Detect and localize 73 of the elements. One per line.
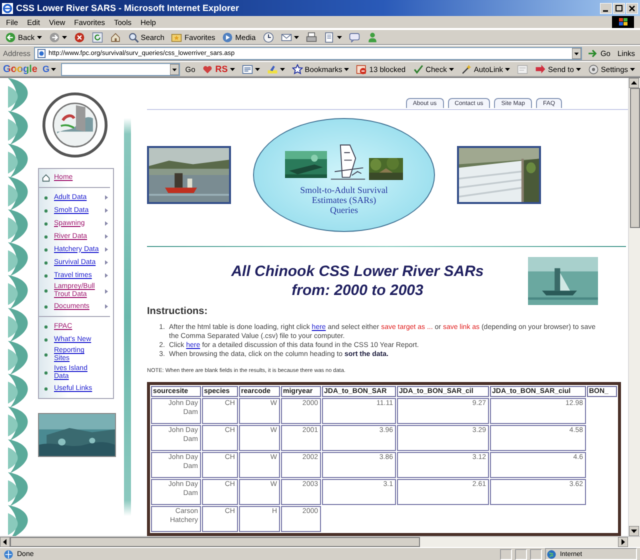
instructions-heading: Instructions:	[147, 306, 209, 317]
send-icon	[535, 64, 546, 74]
go-arrow-icon	[587, 48, 598, 58]
refresh-icon	[92, 32, 103, 42]
wand-icon	[460, 64, 472, 74]
bullet-icon	[44, 304, 48, 308]
page-heading: All Chinook CSS Lower River SARs from: 2000 to 2003	[230, 262, 485, 300]
media-icon	[222, 32, 234, 42]
page-icon	[36, 48, 46, 58]
stop-icon	[74, 32, 85, 42]
google-logo: Google	[3, 64, 38, 74]
dropdown-arrow-icon[interactable]	[170, 64, 180, 74]
status-pane	[530, 548, 542, 560]
horizontal-scrollbar[interactable]	[0, 536, 640, 547]
close-button[interactable]	[626, 2, 638, 14]
person-icon	[366, 32, 378, 42]
browser-icon	[2, 2, 13, 14]
bullet-icon	[44, 222, 48, 226]
globe-icon	[546, 548, 557, 560]
bullet-icon	[44, 248, 48, 252]
news-button[interactable]	[240, 62, 262, 76]
page-icon	[3, 548, 14, 560]
bullet-icon	[44, 371, 48, 375]
minimize-button[interactable]	[600, 2, 612, 14]
bullet-icon	[44, 274, 48, 278]
scroll-left-icon[interactable]	[0, 537, 10, 547]
seal-logo	[42, 92, 108, 158]
home-icon	[42, 174, 50, 182]
mail-icon	[280, 32, 292, 42]
discuss-button[interactable]	[346, 30, 362, 44]
discuss-icon	[348, 32, 360, 42]
window-title: CSS Lower River SARS - Microsoft Internet Explorer	[16, 3, 240, 13]
bullet-icon	[44, 289, 48, 293]
spellcheck-icon	[412, 64, 424, 74]
windows-logo-icon	[612, 16, 634, 28]
form-icon	[517, 64, 528, 74]
status-pane	[515, 548, 527, 560]
bullet-icon	[44, 260, 48, 264]
print-icon	[306, 32, 317, 42]
bullet-icon	[44, 234, 48, 238]
history-icon	[262, 32, 274, 42]
edit-icon	[324, 32, 335, 42]
dropdown-arrow-icon[interactable]	[572, 48, 582, 58]
heart-icon	[202, 64, 214, 74]
refresh-button[interactable]	[90, 30, 105, 44]
scroll-down-icon[interactable]	[629, 526, 639, 536]
back-arrow-icon	[5, 32, 16, 42]
forward-arrow-icon	[48, 32, 60, 42]
maximize-button[interactable]	[613, 2, 625, 14]
bullet-icon	[44, 196, 48, 200]
scroll-right-icon[interactable]	[618, 537, 628, 547]
search-field[interactable]	[61, 62, 180, 76]
scroll-up-icon[interactable]	[629, 78, 639, 88]
home-icon	[110, 32, 121, 42]
status-pane	[500, 548, 512, 560]
popup-blocker-icon	[356, 64, 368, 74]
print-button[interactable]	[304, 30, 319, 44]
bullet-icon	[44, 386, 48, 390]
vertical-scrollbar[interactable]	[628, 78, 640, 536]
favorites-icon	[171, 32, 182, 42]
banner-caption: Smolt-to-Adult Survival Estimates (SARs) Queries	[300, 185, 388, 215]
history-button[interactable]	[260, 30, 276, 44]
bullet-icon	[44, 324, 48, 328]
settings-icon	[588, 64, 599, 74]
search-icon	[128, 32, 139, 42]
bullet-icon	[44, 208, 48, 212]
bullet-icon	[44, 338, 48, 342]
highlighter-icon	[266, 64, 278, 74]
g-menu-button[interactable]: G	[40, 62, 58, 76]
star-icon	[292, 64, 303, 74]
bullet-icon	[44, 353, 48, 357]
newspaper-icon	[242, 64, 253, 74]
caret-icon	[51, 68, 56, 70]
